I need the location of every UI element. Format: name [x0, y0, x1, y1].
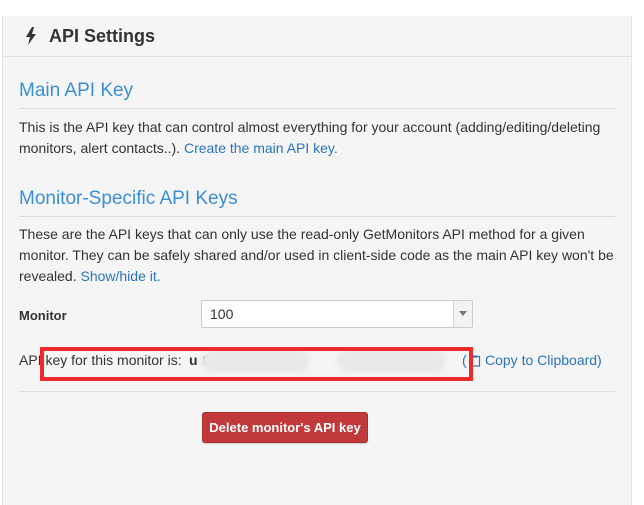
main-api-key-description: This is the API key that can control alm… [19, 117, 619, 159]
monitor-api-keys-description: These are the API keys that can only use… [19, 224, 619, 287]
copy-to-clipboard-link[interactable]: Copy to Clipboard) [485, 352, 602, 368]
monitor-api-keys-heading: Monitor-Specific API Keys [19, 188, 615, 217]
monitor-label: Monitor [19, 308, 67, 323]
annotation-highlight-box [40, 347, 473, 381]
main-api-key-heading: Main API Key [19, 80, 615, 109]
divider [19, 391, 615, 392]
create-main-api-key-link[interactable]: Create the main API key. [184, 140, 338, 156]
chevron-down-icon[interactable] [453, 301, 472, 327]
monitor-select[interactable]: 100 [201, 300, 473, 328]
show-hide-link[interactable]: Show/hide it. [80, 268, 160, 284]
monitor-select-value: 100 [210, 306, 234, 322]
panel-header: API Settings [3, 16, 631, 57]
delete-api-key-button[interactable]: Delete monitor's API key [202, 412, 368, 443]
api-settings-panel: API Settings Main API Key This is the AP… [2, 16, 632, 505]
lightning-bolt-icon [26, 27, 36, 45]
panel-title: API Settings [49, 25, 156, 46]
